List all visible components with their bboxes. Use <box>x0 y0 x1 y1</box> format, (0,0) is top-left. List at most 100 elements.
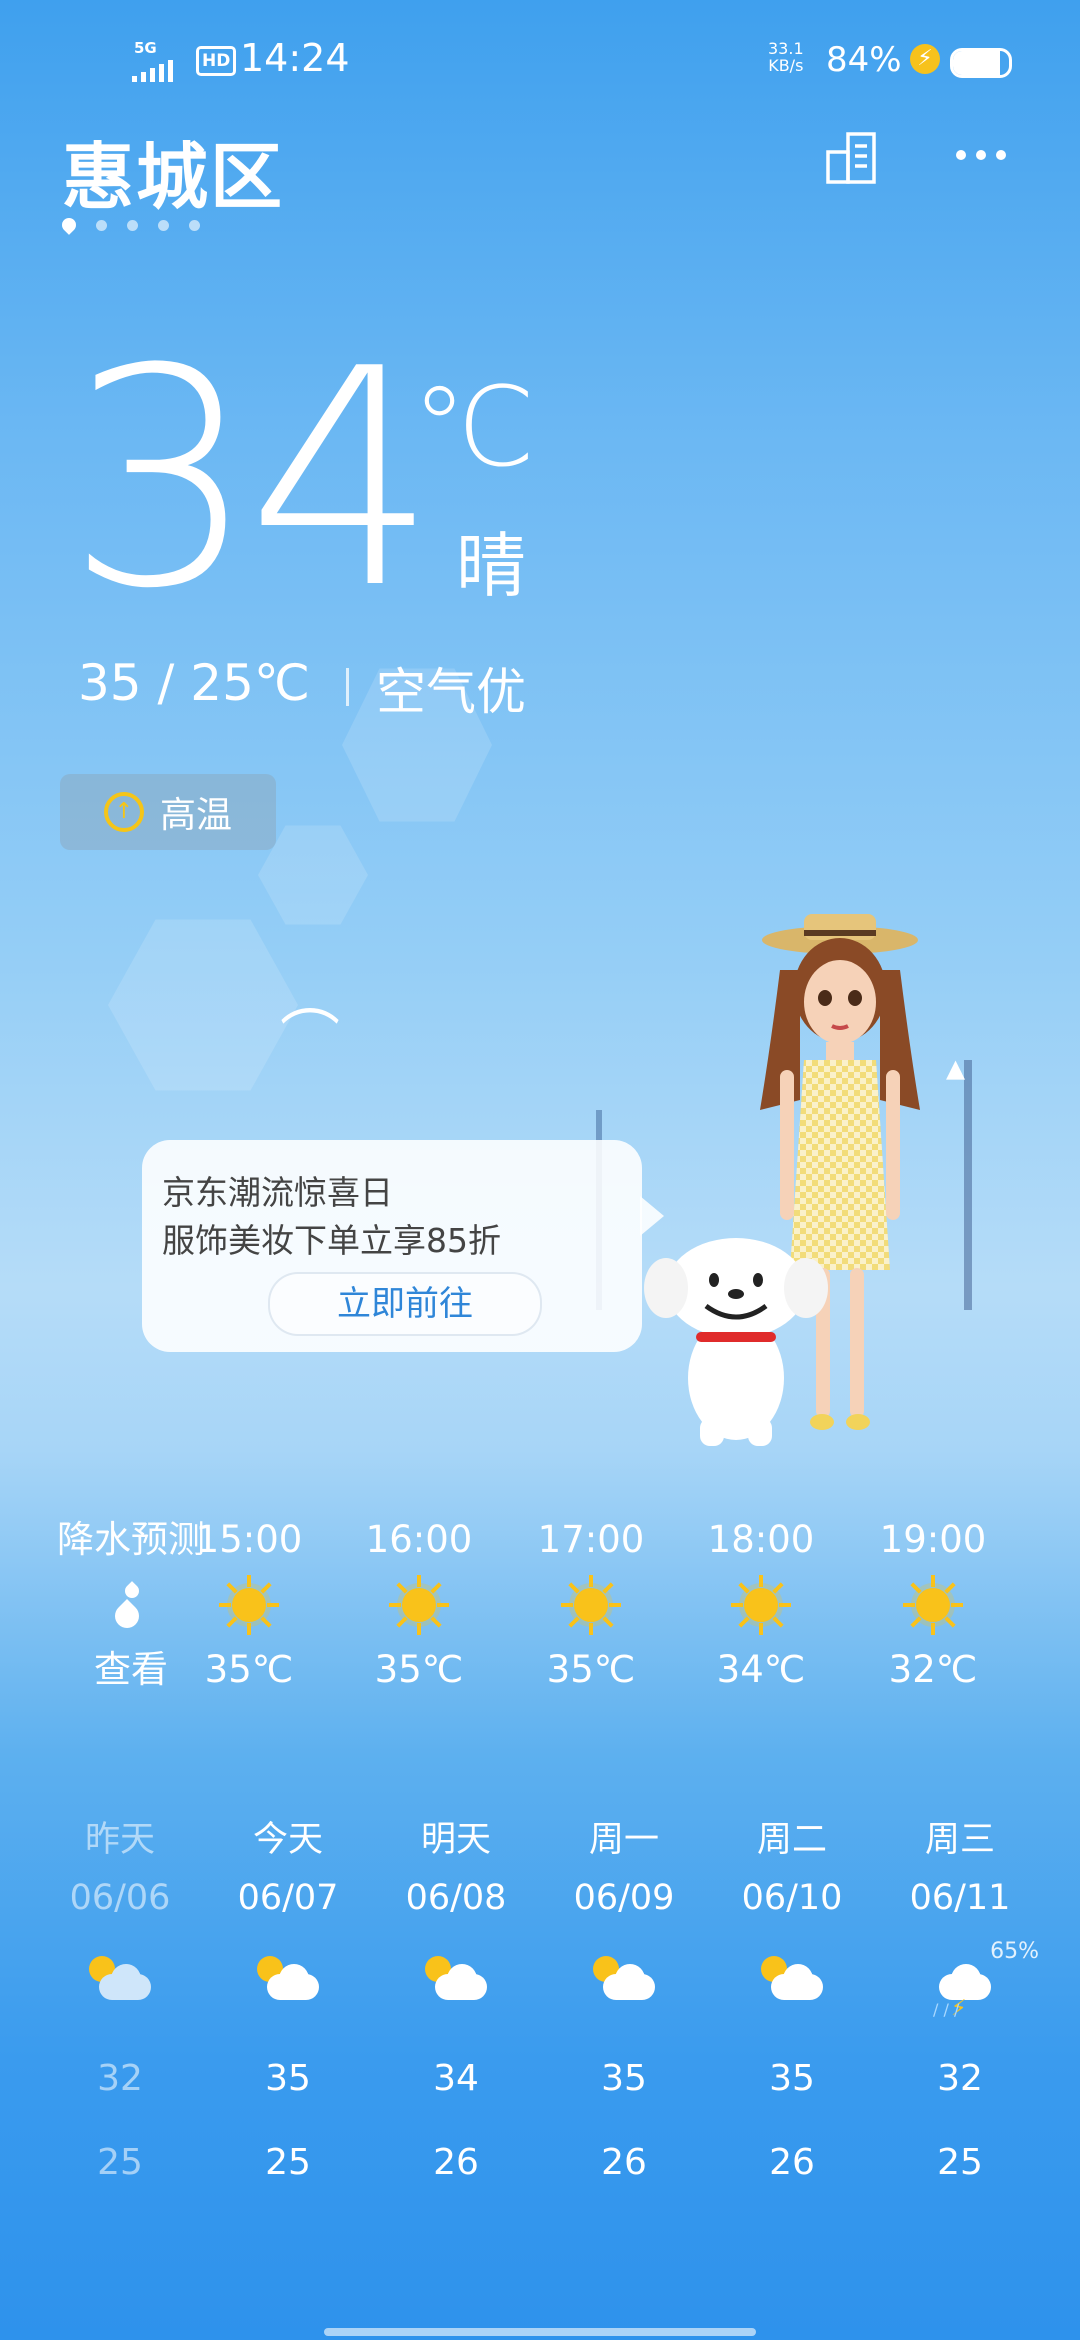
clock: 14:24 <box>240 36 350 80</box>
ad-subtitle: 服饰美妆下单立享85折 <box>162 1221 501 1260</box>
high-temp: 34 <box>433 2058 479 2099</box>
high-temp: 32 <box>97 2058 143 2099</box>
hd-badge: HD <box>196 46 237 76</box>
partly-cloudy-icon <box>589 1954 659 2008</box>
battery-percent: 84% <box>826 40 902 80</box>
city-pager <box>59 215 200 235</box>
daily-icon-cell <box>35 1931 205 2031</box>
hour-temp: 35℃ <box>374 1648 464 1691</box>
sun-icon <box>686 1570 836 1640</box>
more-options-button[interactable] <box>956 150 1006 160</box>
city-manage-button[interactable] <box>822 128 882 188</box>
page-dot <box>189 219 200 231</box>
sun-icon-graphic <box>903 1575 963 1635</box>
city-name[interactable]: 惠城区 <box>62 118 284 223</box>
date-label: 06/06 <box>69 1878 171 1918</box>
date-label: 06/10 <box>741 1878 843 1918</box>
home-indicator[interactable] <box>324 2328 756 2336</box>
network-speed: 33.1 KB/s <box>768 40 804 74</box>
partly-cloudy-icon <box>85 1954 155 2008</box>
sun-ray <box>430 1582 442 1594</box>
more-icon-dot <box>996 150 1006 160</box>
day-label: 周二 <box>756 1820 827 1860</box>
sun-ray <box>910 1616 922 1628</box>
day-label: 昨天 <box>84 1820 155 1860</box>
sun-core <box>744 1588 778 1622</box>
temperature-range: 35 / 25℃ <box>78 654 311 712</box>
sun-ray <box>260 1616 272 1628</box>
sun-ray <box>561 1603 573 1607</box>
date-label: 06/08 <box>405 1878 507 1918</box>
day-label: 周三 <box>924 1820 995 1860</box>
hourly-item: 15:00 35℃ <box>174 1510 324 1700</box>
high-temp: 35 <box>265 2058 311 2099</box>
low-temp: 26 <box>769 2142 815 2183</box>
network-speed-unit: KB/s <box>768 56 804 75</box>
network-speed-value: 33.1 <box>768 39 804 58</box>
hourly-item: 19:00 32℃ <box>858 1510 1008 1700</box>
sun-icon-graphic <box>389 1575 449 1635</box>
high-temp-alert-icon: ↑ <box>104 792 144 832</box>
hour-temp: 35℃ <box>204 1648 294 1691</box>
weather-alert-badge[interactable]: ↑ 高温 <box>60 774 276 850</box>
partly-cloudy-icon <box>421 1954 491 2008</box>
sun-core <box>916 1588 950 1622</box>
high-temp: 35 <box>769 2058 815 2099</box>
day-label: 今天 <box>252 1820 323 1860</box>
sun-icon-graphic <box>731 1575 791 1635</box>
seagull-icon: ⌒ <box>280 1004 340 1074</box>
sun-ray <box>609 1603 621 1607</box>
sun-ray <box>759 1575 763 1587</box>
status-bar: 5G HD 14:24 33.1 KB/s 84% ⚡ <box>0 36 1080 86</box>
sun-ray <box>389 1603 401 1607</box>
more-icon-dot <box>976 150 986 160</box>
location-pin-icon <box>59 215 79 235</box>
sun-ray <box>602 1582 614 1594</box>
weather-condition: 晴 <box>456 525 526 607</box>
sun-ray <box>247 1623 251 1635</box>
promo-ad-bubble[interactable]: 京东潮流惊喜日 服饰美妆下单立享85折 立即前往 <box>142 1140 664 1352</box>
low-temp: 25 <box>937 2142 983 2183</box>
sun-ray <box>568 1616 580 1628</box>
sun-core <box>574 1588 608 1622</box>
hour-temp: 32℃ <box>888 1648 978 1691</box>
high-temp: 35 <box>601 2058 647 2099</box>
hourly-item: 16:00 35℃ <box>344 1510 494 1700</box>
sun-ray <box>772 1582 784 1594</box>
daily-forecast: 昨天 06/06 32 25 今天 06/07 35 25 明天 06/08 34 26 周一 06/09… <box>0 1815 1080 2215</box>
hourly-item: 17:00 35℃ <box>516 1510 666 1700</box>
sun-core <box>402 1588 436 1622</box>
sun-ray <box>417 1623 421 1635</box>
hour-time: 16:00 <box>365 1518 473 1561</box>
sun-ray <box>951 1603 963 1607</box>
current-temperature: 34 <box>66 305 438 654</box>
low-temp: 26 <box>433 2142 479 2183</box>
daily-item[interactable]: 昨天 06/06 32 25 <box>35 1815 205 2205</box>
high-temp: 32 <box>937 2058 983 2099</box>
precip-chance: 65% <box>990 1939 1039 1964</box>
battery-icon <box>950 48 1012 78</box>
decor-hexagon <box>108 919 298 1091</box>
hour-temp: 35℃ <box>546 1648 636 1691</box>
sun-ray <box>738 1616 750 1628</box>
sun-ray <box>903 1603 915 1607</box>
daily-item[interactable]: 周二 06/10 35 26 <box>707 1815 877 2205</box>
temperature-unit: ℃ <box>412 363 536 491</box>
daily-icon-cell <box>203 1931 373 2031</box>
sun-ray <box>772 1616 784 1628</box>
ad-go-button[interactable]: 立即前往 <box>268 1272 542 1336</box>
mascot-dog-illustration <box>644 1238 828 1446</box>
daily-item[interactable]: 明天 06/08 34 26 <box>371 1815 541 2205</box>
daily-item[interactable]: 周一 06/09 35 26 <box>539 1815 709 2205</box>
network-type: 5G <box>134 39 157 57</box>
daily-icon-cell <box>539 1931 709 2031</box>
sun-icon <box>174 1570 324 1640</box>
hour-time: 19:00 <box>879 1518 987 1561</box>
date-label: 06/11 <box>909 1878 1011 1918</box>
hour-time: 18:00 <box>707 1518 815 1561</box>
sun-ray <box>260 1582 272 1594</box>
daily-item[interactable]: 今天 06/07 35 25 <box>203 1815 373 2205</box>
daily-item[interactable]: 周三 06/11 ⚡ / / /65% 32 25 <box>875 1815 1045 2205</box>
thunderstorm-icon: ⚡ / / / <box>925 1954 995 2021</box>
sun-ray <box>219 1603 231 1607</box>
